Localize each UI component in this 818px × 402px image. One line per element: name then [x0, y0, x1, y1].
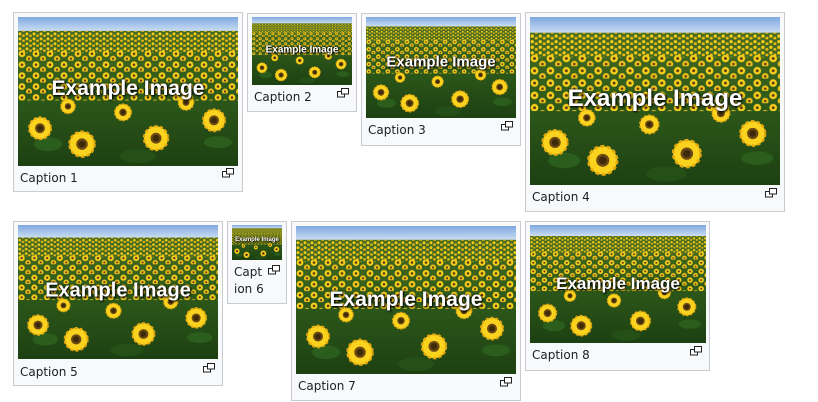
caption-4: Caption 4	[532, 190, 590, 204]
gallery-item-1: Example Image Caption 1	[13, 12, 243, 192]
caption-5: Caption 5	[20, 365, 78, 379]
image-overlay-text: Example Image	[567, 85, 743, 113]
image-overlay-text: Example Image	[235, 236, 279, 243]
image-overlay-text: Example Image	[265, 44, 339, 56]
caption-8: Caption 8	[532, 348, 590, 362]
gallery-item-8: Example Image Caption 8	[525, 221, 710, 371]
gallery-item-2: Example Image Caption 2	[247, 13, 357, 112]
magnify-clip-icon[interactable]	[337, 88, 349, 98]
thumbnail-image-2[interactable]: Example Image	[252, 17, 352, 85]
thumbnail-image-4[interactable]: Example Image	[530, 17, 780, 185]
magnify-clip-icon[interactable]	[501, 121, 513, 131]
gallery-item-6: Example Image Caption 6	[227, 221, 287, 304]
caption-3: Caption 3	[368, 123, 426, 137]
magnify-clip-icon[interactable]	[765, 188, 777, 198]
thumbnail-image-7[interactable]: Example Image	[296, 226, 516, 374]
image-overlay-text: Example Image	[556, 274, 680, 293]
gallery-item-3: Example Image Caption 3	[361, 13, 521, 146]
caption-6: Caption 6	[234, 265, 264, 296]
gallery-item-4: Example Image Caption 4	[525, 12, 785, 212]
caption-1: Caption 1	[20, 171, 78, 185]
caption-7: Caption 7	[298, 379, 356, 393]
thumbnail-image-1[interactable]: Example Image	[18, 17, 238, 166]
thumbnail-image-6[interactable]: Example Image	[232, 225, 282, 260]
thumbnail-image-3[interactable]: Example Image	[366, 17, 516, 118]
image-overlay-text: Example Image	[51, 76, 205, 100]
magnify-clip-icon[interactable]	[222, 168, 234, 178]
caption-2: Caption 2	[254, 90, 312, 104]
magnify-clip-icon[interactable]	[500, 377, 512, 387]
magnify-clip-icon[interactable]	[268, 265, 280, 275]
gallery-item-7: Example Image Caption 7	[291, 221, 521, 401]
magnify-clip-icon[interactable]	[690, 346, 702, 356]
image-overlay-text: Example Image	[329, 288, 483, 311]
thumbnail-image-8[interactable]: Example Image	[530, 225, 706, 343]
image-overlay-text: Example Image	[386, 53, 496, 71]
magnify-clip-icon[interactable]	[203, 363, 215, 373]
gallery-item-5: Example Image Caption 5	[13, 221, 223, 386]
thumbnail-image-5[interactable]: Example Image	[18, 225, 218, 359]
image-overlay-text: Example Image	[45, 279, 191, 302]
